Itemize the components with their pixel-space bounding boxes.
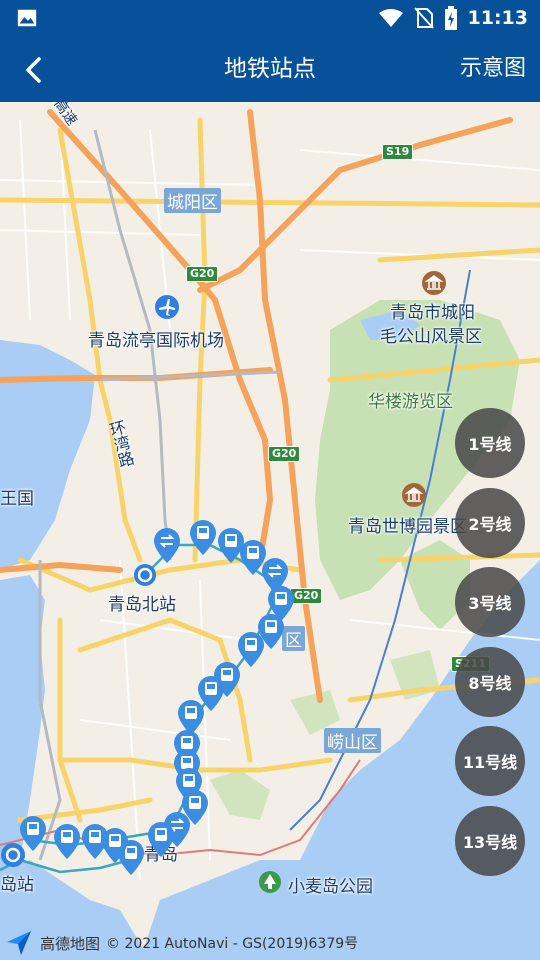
line-13-button[interactable]: 13号线	[455, 806, 525, 876]
status-time: 11:13	[467, 7, 528, 29]
wifi-icon	[378, 9, 403, 27]
no-sim-icon	[413, 7, 434, 29]
status-bar: 11:13	[0, 0, 540, 36]
train-station-icon-north	[134, 564, 156, 586]
map-label-region-left: 王国	[0, 489, 34, 509]
metro-station-marker[interactable]	[188, 518, 218, 556]
road-shield-g20-top: G20	[186, 266, 219, 282]
amap-logo-icon	[7, 931, 31, 955]
map-label-station-left: 岛站	[0, 875, 34, 895]
metro-station-marker[interactable]	[146, 820, 176, 858]
line-11-button[interactable]: 11号线	[455, 726, 525, 796]
metro-station-marker[interactable]	[18, 814, 48, 852]
image-icon	[17, 9, 37, 27]
back-button[interactable]	[16, 52, 52, 88]
line-3-button[interactable]: 3号线	[455, 567, 525, 637]
scenic-icon-maoshan	[422, 271, 446, 295]
metro-station-marker[interactable]	[80, 822, 110, 860]
amap-logo-text: 高德地图	[40, 934, 101, 953]
line-2-button[interactable]: 2号线	[455, 488, 525, 558]
map-label-airport: 青岛流亭国际机场	[88, 331, 224, 351]
app-bar: 地铁站点 示意图	[0, 36, 540, 102]
transfer-station-marker[interactable]	[152, 526, 182, 564]
map-label-shibo: 青岛世博园景区	[348, 517, 467, 537]
scenic-icon-shibo	[402, 483, 426, 507]
map-copyright: © 2021 AutoNavi - GS(2019)6379号	[106, 936, 359, 952]
status-right: 11:13	[378, 0, 528, 36]
chevron-left-icon	[26, 57, 41, 83]
map-label-hualou: 华楼游览区	[368, 392, 453, 412]
metro-station-marker[interactable]	[52, 822, 82, 860]
map-label-north-station: 青岛北站	[108, 595, 176, 615]
map-view[interactable]: 高速 S19 城阳区 G20 G20 G20 S211 青岛流亭国际机场 青岛市…	[0, 97, 540, 960]
battery-charging-icon	[444, 6, 457, 30]
map-label-chengyang: 城阳区	[164, 188, 221, 213]
map-label-maoshan: 青岛市城阳	[390, 303, 475, 323]
airport-icon	[155, 295, 179, 319]
map-label-xiaomaidao: 小麦岛公园	[288, 877, 373, 897]
road-shield-s19: S19	[382, 144, 414, 160]
park-icon	[259, 871, 281, 893]
road-shield-g20-mid: G20	[268, 446, 301, 462]
line-8-button[interactable]: 8号线	[455, 647, 525, 717]
map-label-laoshan: 崂山区	[324, 728, 381, 753]
map-label-maoshan-2: 毛公山风景区	[380, 327, 482, 347]
diagram-button[interactable]: 示意图	[460, 36, 526, 102]
map-attribution: 高德地图 © 2021 AutoNavi - GS(2019)6379号	[0, 926, 540, 960]
line-1-button[interactable]: 1号线	[455, 408, 525, 478]
